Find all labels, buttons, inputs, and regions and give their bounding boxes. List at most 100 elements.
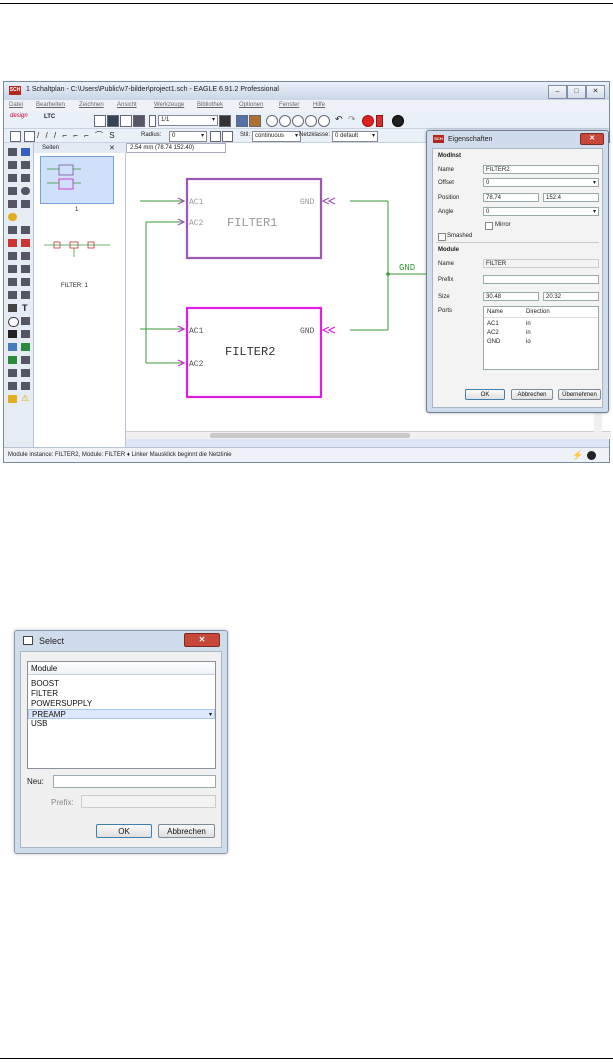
net-icon[interactable]: [21, 343, 30, 351]
window-close-button[interactable]: ✕: [586, 85, 605, 99]
display-icon[interactable]: [8, 161, 17, 169]
rotate-icon[interactable]: [21, 187, 30, 195]
text-icon[interactable]: T: [22, 303, 28, 313]
show-icon[interactable]: [21, 148, 30, 156]
value-icon[interactable]: [8, 265, 17, 273]
module-thumbnail[interactable]: [40, 233, 114, 263]
split-icon[interactable]: [21, 278, 30, 286]
move-icon[interactable]: [8, 174, 17, 182]
grid-icon[interactable]: [10, 131, 21, 142]
list-item[interactable]: USB: [28, 719, 215, 729]
mark-icon[interactable]: [21, 161, 30, 169]
module-list-header[interactable]: Module: [28, 662, 215, 675]
undo-icon[interactable]: ↶: [335, 114, 343, 125]
polygon-icon[interactable]: [21, 330, 30, 338]
info-icon[interactable]: [8, 148, 17, 156]
line-icon[interactable]: [8, 304, 17, 312]
circle-icon[interactable]: [8, 317, 19, 327]
ratsnest-icon[interactable]: [219, 115, 231, 127]
save-icon[interactable]: [107, 115, 119, 127]
properties-apply-button[interactable]: Übernehmen: [558, 389, 601, 400]
menu-ansicht[interactable]: Ansicht: [117, 102, 137, 108]
arc-icon[interactable]: [21, 317, 30, 325]
replace-icon[interactable]: [21, 239, 30, 247]
properties-close-button[interactable]: ✕: [580, 133, 604, 145]
mirror-icon[interactable]: [8, 187, 17, 195]
zoom-in-icon[interactable]: [279, 115, 291, 127]
open-icon[interactable]: [94, 115, 106, 127]
radius-input[interactable]: 0: [169, 131, 207, 142]
rect-icon[interactable]: [8, 330, 17, 338]
paste-icon[interactable]: [8, 213, 17, 221]
change-icon[interactable]: [21, 200, 30, 208]
netclass-select[interactable]: 0 default: [332, 131, 378, 142]
bus-icon[interactable]: [8, 343, 17, 351]
wire-bend-0-icon[interactable]: [24, 131, 35, 142]
print-icon[interactable]: [120, 115, 132, 127]
horizontal-scrollbar[interactable]: [126, 431, 611, 439]
style-select[interactable]: continuous: [252, 131, 301, 142]
position-x-field[interactable]: 78.74: [483, 193, 539, 202]
junction-icon[interactable]: [8, 356, 17, 364]
warning-icon[interactable]: ⚠: [21, 393, 29, 404]
sheet-select[interactable]: 1/1: [158, 115, 218, 126]
pinswap-icon[interactable]: [8, 239, 17, 247]
new-field[interactable]: [53, 775, 216, 788]
menu-datei[interactable]: Datei: [9, 102, 23, 108]
menu-fenster[interactable]: Fenster: [279, 102, 299, 108]
properties-ok-button[interactable]: OK: [465, 389, 505, 400]
menu-bibliothek[interactable]: Bibliothek: [197, 102, 223, 108]
prefix-field[interactable]: [483, 275, 599, 284]
menu-zeichnen[interactable]: Zeichnen: [79, 102, 104, 108]
zoom-fit-icon[interactable]: [266, 115, 278, 127]
module-icon[interactable]: [8, 382, 17, 390]
mirror-checkbox[interactable]: [485, 222, 493, 230]
menu-optionen[interactable]: Optionen: [239, 102, 263, 108]
position-y-field[interactable]: 152.4: [543, 193, 599, 202]
dimension-icon[interactable]: [21, 369, 30, 377]
list-item[interactable]: POWERSUPPLY: [28, 699, 215, 709]
ports-col-direction[interactable]: Direction: [526, 309, 550, 315]
list-item[interactable]: FILTER: [28, 689, 215, 699]
maximize-button[interactable]: □: [567, 85, 586, 99]
port-icon[interactable]: [21, 382, 30, 390]
name-field[interactable]: FILTER2: [483, 165, 599, 174]
redo-icon[interactable]: ↷: [348, 114, 356, 125]
smashed-checkbox[interactable]: [438, 233, 446, 241]
select-cancel-button[interactable]: Abbrechen: [158, 824, 215, 838]
menu-werkzeuge[interactable]: Werkzeuge: [154, 102, 184, 108]
page-thumbnail-1[interactable]: [40, 156, 114, 204]
gateswap-icon[interactable]: [8, 252, 17, 260]
ports-col-name[interactable]: Name: [487, 309, 503, 315]
list-item[interactable]: BOOST: [28, 679, 215, 689]
size-height-field[interactable]: 20.32: [543, 292, 599, 301]
miter-icon[interactable]: [8, 278, 17, 286]
menu-hilfe[interactable]: Hilfe: [313, 102, 325, 108]
delete-icon[interactable]: [8, 226, 17, 234]
design-link-button[interactable]: design: [10, 113, 28, 119]
group-icon[interactable]: [8, 200, 17, 208]
offset-select[interactable]: 0: [483, 178, 599, 188]
angle-select[interactable]: 0: [483, 207, 599, 217]
ltc-spice-button[interactable]: LTC: [44, 114, 55, 120]
select-ok-button[interactable]: OK: [96, 824, 152, 838]
add-icon[interactable]: [21, 226, 30, 234]
cam-icon[interactable]: [133, 115, 145, 127]
invoke-icon[interactable]: [8, 291, 17, 299]
menu-bearbeiten[interactable]: Bearbeiten: [36, 102, 65, 108]
module-list[interactable]: Module BOOST FILTER POWERSUPPLY PREAMP U…: [27, 661, 216, 769]
name-icon[interactable]: [21, 252, 30, 260]
lightning-icon[interactable]: ⚡: [572, 450, 583, 461]
ports-table[interactable]: Name Direction AC1 in AC2 in GND io: [483, 306, 599, 370]
miter-straight-icon[interactable]: [222, 131, 233, 142]
script-icon[interactable]: [249, 115, 261, 127]
zoom-out-icon[interactable]: [292, 115, 304, 127]
erc-icon[interactable]: [8, 395, 17, 403]
stop-status-icon[interactable]: [587, 451, 596, 460]
list-item-selected[interactable]: PREAMP: [28, 709, 215, 720]
zoom-select-icon[interactable]: [318, 115, 330, 127]
minimize-button[interactable]: –: [548, 85, 567, 99]
miter-round-icon[interactable]: [210, 131, 221, 142]
smash-icon[interactable]: [21, 265, 30, 273]
wire-bend-icons[interactable]: / / / ⌐ ⌐ ⌐ ⌒ S: [37, 130, 117, 141]
